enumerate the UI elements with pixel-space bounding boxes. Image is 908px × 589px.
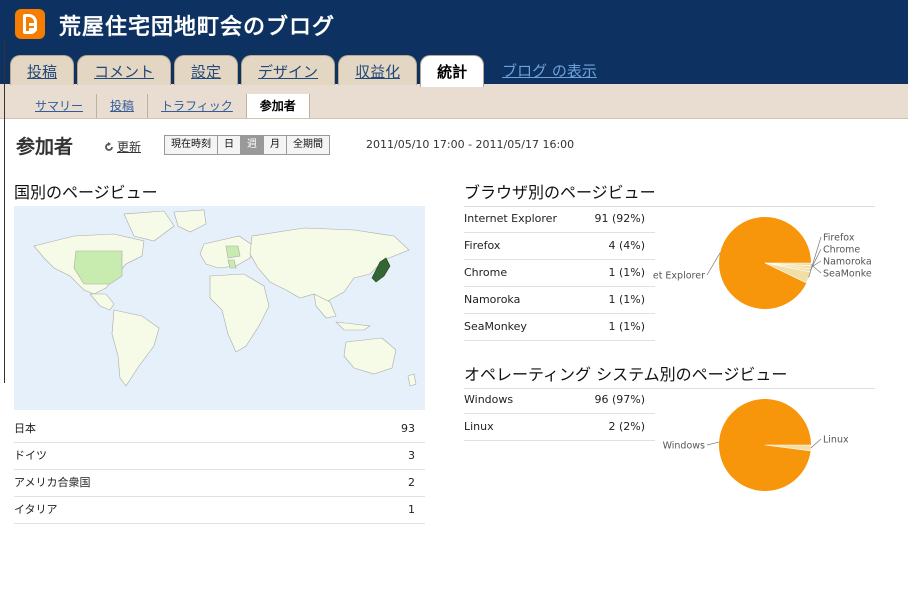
pie-label: SeaMonke bbox=[823, 269, 872, 280]
pie-label-leader bbox=[706, 441, 720, 446]
table-row: 日本 93 bbox=[14, 416, 425, 443]
table-row: アメリカ合衆国 2 bbox=[14, 470, 425, 497]
range-week-button[interactable]: 週 bbox=[240, 135, 264, 155]
refresh-icon bbox=[105, 142, 113, 151]
os-name: Linux bbox=[464, 420, 494, 433]
date-range: 2011/05/10 17:00 - 2011/05/17 16:00 bbox=[366, 138, 575, 151]
os-value: 96 (97%) bbox=[594, 393, 645, 406]
world-map[interactable] bbox=[14, 206, 425, 410]
pie-label: Linux bbox=[823, 435, 849, 446]
blog-title: 荒屋住宅団地町会のブログ bbox=[59, 15, 336, 40]
window-edge bbox=[0, 38, 5, 383]
country-name: 日本 bbox=[14, 422, 36, 435]
browser-value: 1 (1%) bbox=[608, 293, 645, 306]
tab-settings[interactable]: 設定 bbox=[174, 55, 239, 85]
range-day-button[interactable]: 日 bbox=[217, 135, 241, 155]
subtab-traffic[interactable]: トラフィック bbox=[148, 94, 247, 118]
browser-value: 1 (1%) bbox=[608, 266, 645, 279]
table-row: Linux 2 (2%) bbox=[464, 414, 655, 441]
tab-stats[interactable]: 統計 bbox=[420, 55, 485, 87]
table-row: Namoroka 1 (1%) bbox=[464, 287, 655, 314]
pie-label: Windows bbox=[663, 441, 705, 452]
table-row: ドイツ 3 bbox=[14, 443, 425, 470]
range-all-button[interactable]: 全期間 bbox=[286, 135, 330, 155]
table-row: Windows 96 (97%) bbox=[464, 387, 655, 414]
table-row: Internet Explorer 91 (92%) bbox=[464, 206, 655, 233]
blogger-logo-icon[interactable] bbox=[15, 9, 45, 39]
pie-label: Firefox bbox=[823, 233, 855, 244]
browser-value: 4 (4%) bbox=[608, 239, 645, 252]
subtab-audience[interactable]: 参加者 bbox=[246, 94, 310, 118]
view-blog-link[interactable]: ブログ の表示 bbox=[502, 55, 597, 87]
header: 荒屋住宅団地町会のブログ 投稿 コメント 設定 デザイン 収益化 統計 ブログ … bbox=[0, 0, 908, 94]
country-section-title: 国別のページビュー bbox=[14, 179, 425, 207]
pie-label-leader bbox=[810, 260, 822, 268]
pie-label-leader bbox=[810, 438, 822, 449]
browser-name: Internet Explorer bbox=[464, 212, 557, 225]
range-month-button[interactable]: 月 bbox=[263, 135, 287, 155]
os-value: 2 (2%) bbox=[608, 420, 645, 433]
pie-label-leader bbox=[810, 264, 822, 274]
os-section-title: オペレーティング システム別のページビュー bbox=[464, 361, 875, 389]
subtab-summary[interactable]: サマリー bbox=[22, 94, 98, 118]
table-row: Chrome 1 (1%) bbox=[464, 260, 655, 287]
pie-label: Chrome bbox=[823, 245, 860, 256]
main-tabs: 投稿 コメント 設定 デザイン 収益化 統計 ブログ の表示 bbox=[10, 55, 597, 87]
tab-posts[interactable]: 投稿 bbox=[10, 55, 75, 85]
table-row: SeaMonkey 1 (1%) bbox=[464, 314, 655, 341]
refresh-label: 更新 bbox=[117, 140, 142, 154]
os-table: Windows 96 (97%) Linux 2 (2%) bbox=[464, 387, 655, 441]
pie-label: Namoroka bbox=[823, 257, 872, 268]
subtab-posts[interactable]: 投稿 bbox=[97, 94, 149, 118]
country-value: 2 bbox=[408, 476, 415, 489]
country-name: ドイツ bbox=[14, 449, 47, 462]
browser-name: Namoroka bbox=[464, 293, 521, 306]
browser-table: Internet Explorer 91 (92%) Firefox 4 (4%… bbox=[464, 206, 655, 341]
country-value: 93 bbox=[401, 422, 415, 435]
browser-value: 1 (1%) bbox=[608, 320, 645, 333]
browser-name: Firefox bbox=[464, 239, 501, 252]
sub-navigation: サマリー 投稿 トラフィック 参加者 bbox=[0, 94, 908, 119]
tab-monetize[interactable]: 収益化 bbox=[338, 55, 418, 85]
browser-name: Chrome bbox=[464, 266, 508, 279]
pie-label-leader bbox=[706, 252, 721, 276]
pie-label-leader bbox=[810, 248, 822, 271]
refresh-button[interactable]: 更新 bbox=[104, 138, 141, 155]
country-table: 日本 93 ドイツ 3 アメリカ合衆国 2 イタリア 1 bbox=[14, 416, 425, 524]
browser-section-title: ブラウザ別のページビュー bbox=[464, 179, 875, 207]
country-name: アメリカ合衆国 bbox=[14, 476, 91, 489]
country-name: イタリア bbox=[14, 503, 58, 516]
range-now-button[interactable]: 現在時刻 bbox=[164, 135, 218, 155]
os-pie-chart: Windows Linux bbox=[663, 399, 849, 492]
os-name: Windows bbox=[464, 393, 514, 406]
browser-pie-chart: et Explorer FirefoxChromeNamorokaSeaMonke bbox=[653, 216, 872, 309]
tab-design[interactable]: デザイン bbox=[241, 55, 336, 85]
table-row: イタリア 1 bbox=[14, 497, 425, 524]
page-title: 参加者 bbox=[16, 136, 74, 158]
table-row: Firefox 4 (4%) bbox=[464, 233, 655, 260]
range-selector: 現在時刻 日 週 月 全期間 bbox=[164, 135, 330, 155]
pie-label: et Explorer bbox=[653, 271, 705, 282]
world-map-graphic bbox=[33, 209, 417, 387]
tab-comments[interactable]: コメント bbox=[77, 55, 172, 85]
browser-name: SeaMonkey bbox=[464, 320, 527, 333]
country-value: 1 bbox=[408, 503, 415, 516]
country-value: 3 bbox=[408, 449, 415, 462]
browser-value: 91 (92%) bbox=[594, 212, 645, 225]
